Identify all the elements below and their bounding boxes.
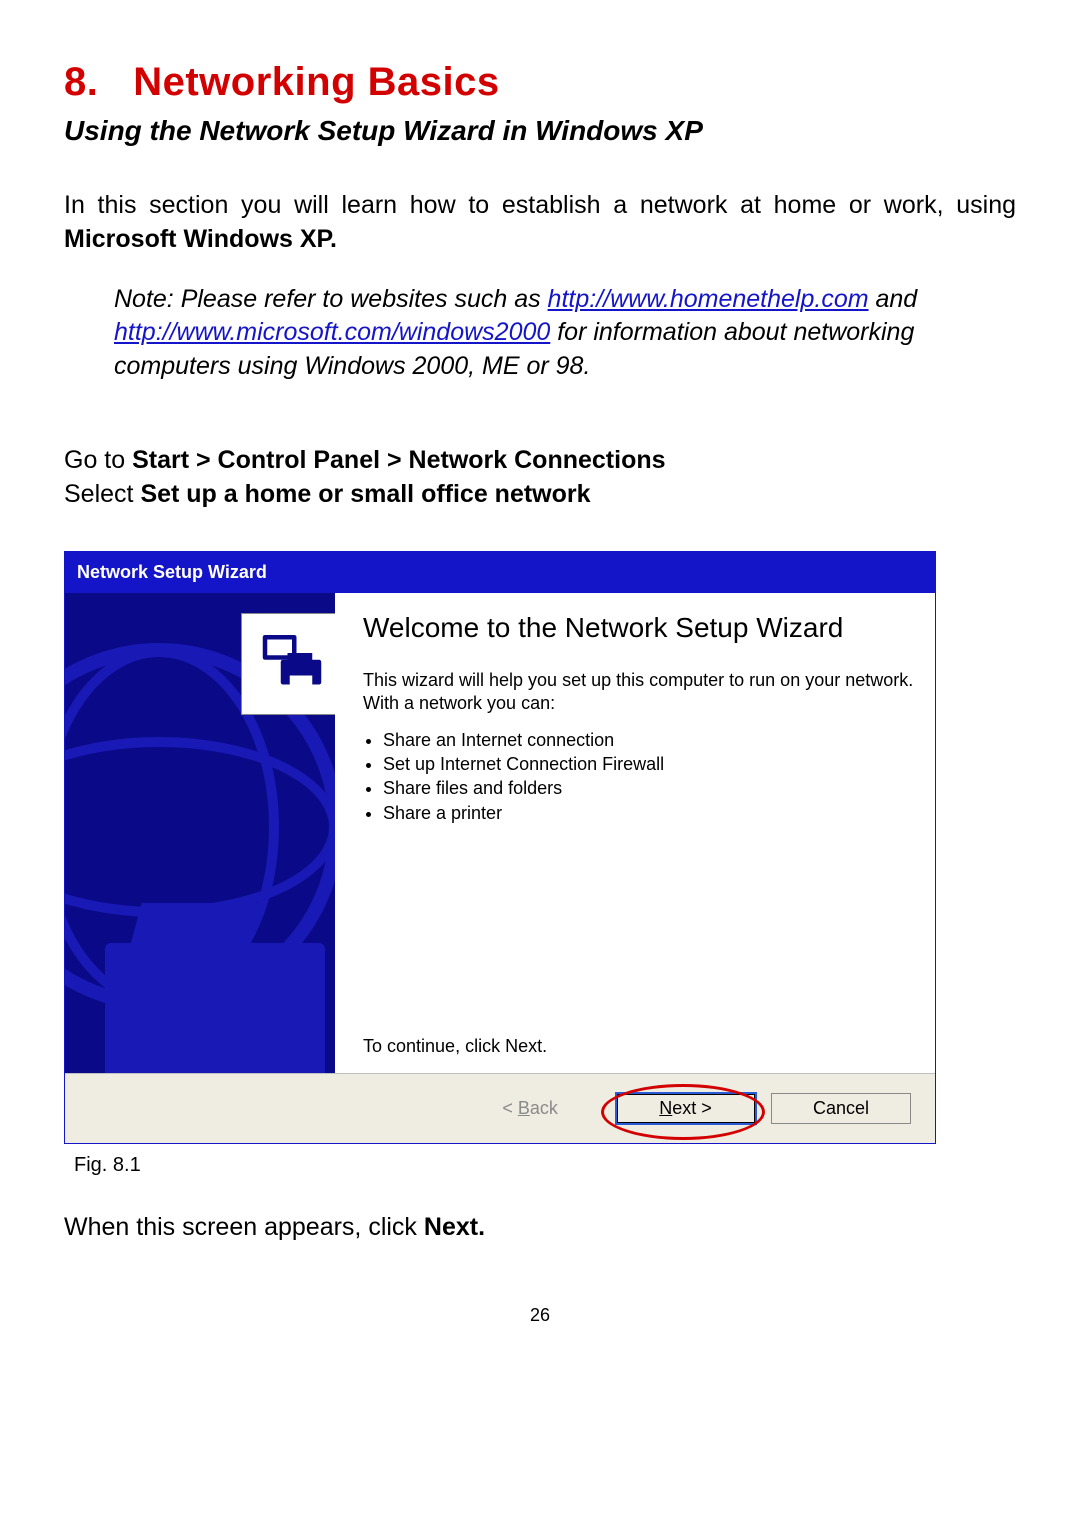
list-item: Share a printer (383, 801, 915, 825)
note-link-1[interactable]: http://www.homenethelp.com (548, 285, 869, 313)
instr2-a: Select (64, 480, 140, 508)
wizard-main: Welcome to the Network Setup Wizard This… (335, 593, 935, 1073)
intro-paragraph: In this section you will learn how to es… (64, 189, 1016, 257)
next-button[interactable]: Next > (615, 1092, 757, 1125)
wizard-titlebar: Network Setup Wizard (65, 552, 935, 593)
instr2-b: Set up a home or small office network (140, 480, 590, 508)
list-item: Share an Internet connection (383, 728, 915, 752)
section-number: 8. (64, 60, 98, 104)
section-subtitle: Using the Network Setup Wizard in Window… (64, 115, 1016, 147)
back-button: < Back (460, 1093, 600, 1124)
note-block: Note: Please refer to websites such as h… (64, 283, 1016, 384)
closing-b: Next. (424, 1213, 485, 1241)
wizard-body: Welcome to the Network Setup Wizard This… (65, 593, 935, 1073)
note-mid1: and (869, 285, 918, 313)
wizard-welcome-heading: Welcome to the Network Setup Wizard (363, 611, 915, 645)
computer-printer-icon (256, 626, 328, 703)
section-heading: 8. Networking Basics (64, 60, 1016, 105)
page-number: 26 (64, 1305, 1016, 1326)
section-title: Networking Basics (133, 60, 499, 104)
printer-silhouette-icon (105, 943, 325, 1073)
wizard-button-row: < Back Next > Cancel (65, 1074, 935, 1143)
note-link-2[interactable]: http://www.microsoft.com/windows2000 (114, 318, 550, 346)
wizard-intro-text: This wizard will help you set up this co… (363, 669, 915, 716)
cancel-button[interactable]: Cancel (771, 1093, 911, 1124)
navigation-instructions: Go to Start > Control Panel > Network Co… (64, 444, 1016, 512)
wizard-continue-text: To continue, click Next. (363, 1036, 915, 1057)
wizard-feature-list: Share an Internet connection Set up Inte… (383, 728, 915, 825)
document-page: 8. Networking Basics Using the Network S… (0, 0, 1080, 1366)
intro-text: In this section you will learn how to es… (64, 191, 1016, 219)
figure-caption: Fig. 8.1 (74, 1154, 1016, 1177)
instr1-b: Start > Control Panel > Network Connecti… (132, 446, 665, 474)
list-item: Share files and folders (383, 776, 915, 800)
closing-a: When this screen appears, click (64, 1213, 424, 1241)
list-item: Set up Internet Connection Firewall (383, 752, 915, 776)
intro-bold: Microsoft Windows XP. (64, 225, 337, 253)
wizard-window: Network Setup Wizard (64, 551, 936, 1144)
closing-instruction: When this screen appears, click Next. (64, 1211, 1016, 1245)
instr1-a: Go to (64, 446, 132, 474)
highlight-circle-icon (601, 1084, 765, 1140)
wizard-sidebar-graphic (65, 593, 335, 1073)
note-prefix: Note: Please refer to websites such as (114, 285, 548, 313)
wizard-header-icon (241, 613, 335, 715)
